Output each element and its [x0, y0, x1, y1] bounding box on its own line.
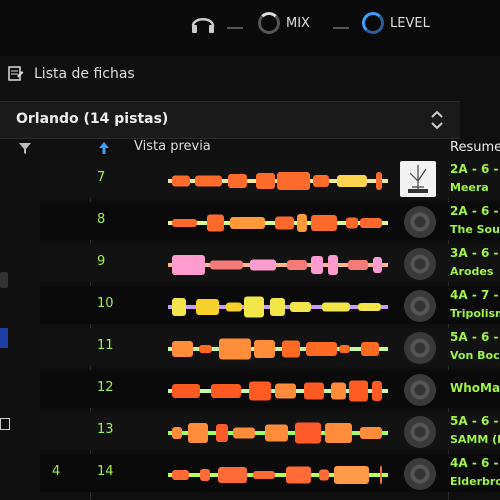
track-key-bpm: 2A - 6 -	[450, 162, 499, 176]
tracklist-panel: Lista de fichas Orlando (14 pistas) Vist…	[0, 56, 500, 500]
track-row[interactable]: 8 2A - 6 - The Soun	[40, 202, 500, 240]
track-number: 12	[97, 380, 114, 395]
separator	[227, 27, 243, 29]
tracklist-title: Lista de fichas	[34, 66, 135, 82]
mix-label: MIX	[286, 15, 310, 31]
waveform-preview[interactable]	[168, 463, 388, 487]
mix-knob[interactable]	[258, 12, 280, 34]
track-row[interactable]: 10 4A - 7 - Tripolism	[40, 286, 500, 324]
track-key-bpm: 4A - 6 -	[450, 456, 499, 470]
side-button-active[interactable]	[0, 328, 8, 348]
track-artist: WhoMa	[450, 381, 500, 395]
track-number: 9	[97, 254, 106, 269]
waveform-preview[interactable]	[168, 421, 388, 445]
chevron-updown-icon[interactable]	[428, 108, 446, 132]
filter-icon[interactable]	[18, 141, 32, 155]
list-selector[interactable]: Orlando (14 pistas)	[0, 101, 460, 139]
side-button[interactable]	[0, 272, 8, 288]
deck-controls-bar: MIX LEVEL	[0, 0, 500, 56]
mix-control[interactable]: MIX	[258, 12, 310, 34]
track-rows: 7 2A - 6 - Meera 8 2A - 6 - The Soun 9 3A - 6 -…	[0, 160, 500, 500]
track-row[interactable]: 9 3A - 6 - Arodes	[40, 244, 500, 282]
track-deck-number: 4	[52, 464, 61, 479]
track-key-bpm: 4A - 7 -	[450, 288, 499, 302]
column-preview[interactable]: Vista previa	[134, 139, 211, 157]
waveform-preview[interactable]	[168, 169, 388, 193]
list-title: Orlando (14 pistas)	[16, 111, 169, 127]
headphones-icon	[191, 18, 215, 33]
track-artist: Elderbroo	[450, 475, 500, 488]
track-row[interactable]: 7 2A - 6 - Meera	[40, 160, 500, 198]
waveform-preview[interactable]	[168, 253, 388, 277]
level-label: LEVEL	[390, 15, 430, 31]
track-row[interactable]: 11 5A - 6 - Von Boch	[40, 328, 500, 366]
track-number: 14	[97, 464, 114, 479]
track-number: 8	[97, 212, 106, 227]
vinyl-disc-icon	[404, 416, 436, 448]
headphones-button[interactable]	[190, 12, 216, 34]
album-art	[400, 161, 436, 197]
track-number: 11	[97, 338, 114, 353]
vinyl-disc-icon	[404, 332, 436, 364]
tracklist-header[interactable]: Lista de fichas	[8, 66, 135, 82]
track-artist: Arodes	[450, 265, 494, 278]
track-artist: Tripolism	[450, 307, 500, 320]
sort-arrow-up-icon[interactable]	[98, 141, 110, 155]
vinyl-disc-icon	[404, 206, 436, 238]
level-control[interactable]: LEVEL	[362, 12, 430, 34]
track-artist: The Soun	[450, 223, 500, 236]
waveform-preview[interactable]	[168, 379, 388, 403]
track-row[interactable]: 13 5A - 6 - SAMM (E	[40, 412, 500, 450]
track-number: 10	[97, 296, 114, 311]
tracklist-icon	[8, 66, 24, 81]
track-number: 13	[97, 422, 114, 437]
track-number: 7	[97, 170, 106, 185]
track-artist: Meera	[450, 181, 489, 194]
side-checkbox[interactable]	[0, 418, 10, 430]
level-knob[interactable]	[362, 12, 384, 34]
track-key-bpm: 3A - 6 -	[450, 246, 499, 260]
vinyl-disc-icon	[404, 374, 436, 406]
waveform-preview[interactable]	[168, 295, 388, 319]
track-row[interactable]: 4 14 4A - 6 - Elderbroo	[40, 454, 500, 492]
waveform-preview[interactable]	[168, 337, 388, 361]
track-artist: SAMM (E	[450, 433, 500, 446]
album-art-image	[408, 165, 428, 193]
track-key-bpm: 5A - 6 -	[450, 330, 499, 344]
separator	[333, 27, 349, 29]
track-key-bpm: 5A - 6 -	[450, 414, 499, 428]
column-summary[interactable]: Resume	[450, 140, 500, 155]
vinyl-disc-icon	[404, 458, 436, 490]
track-row[interactable]: 12 WhoMa	[40, 370, 500, 408]
track-key-bpm: 2A - 6 -	[450, 204, 499, 218]
waveform-preview[interactable]	[168, 211, 388, 235]
vinyl-disc-icon	[404, 248, 436, 280]
track-artist: Von Boch	[450, 349, 500, 362]
vinyl-disc-icon	[404, 290, 436, 322]
